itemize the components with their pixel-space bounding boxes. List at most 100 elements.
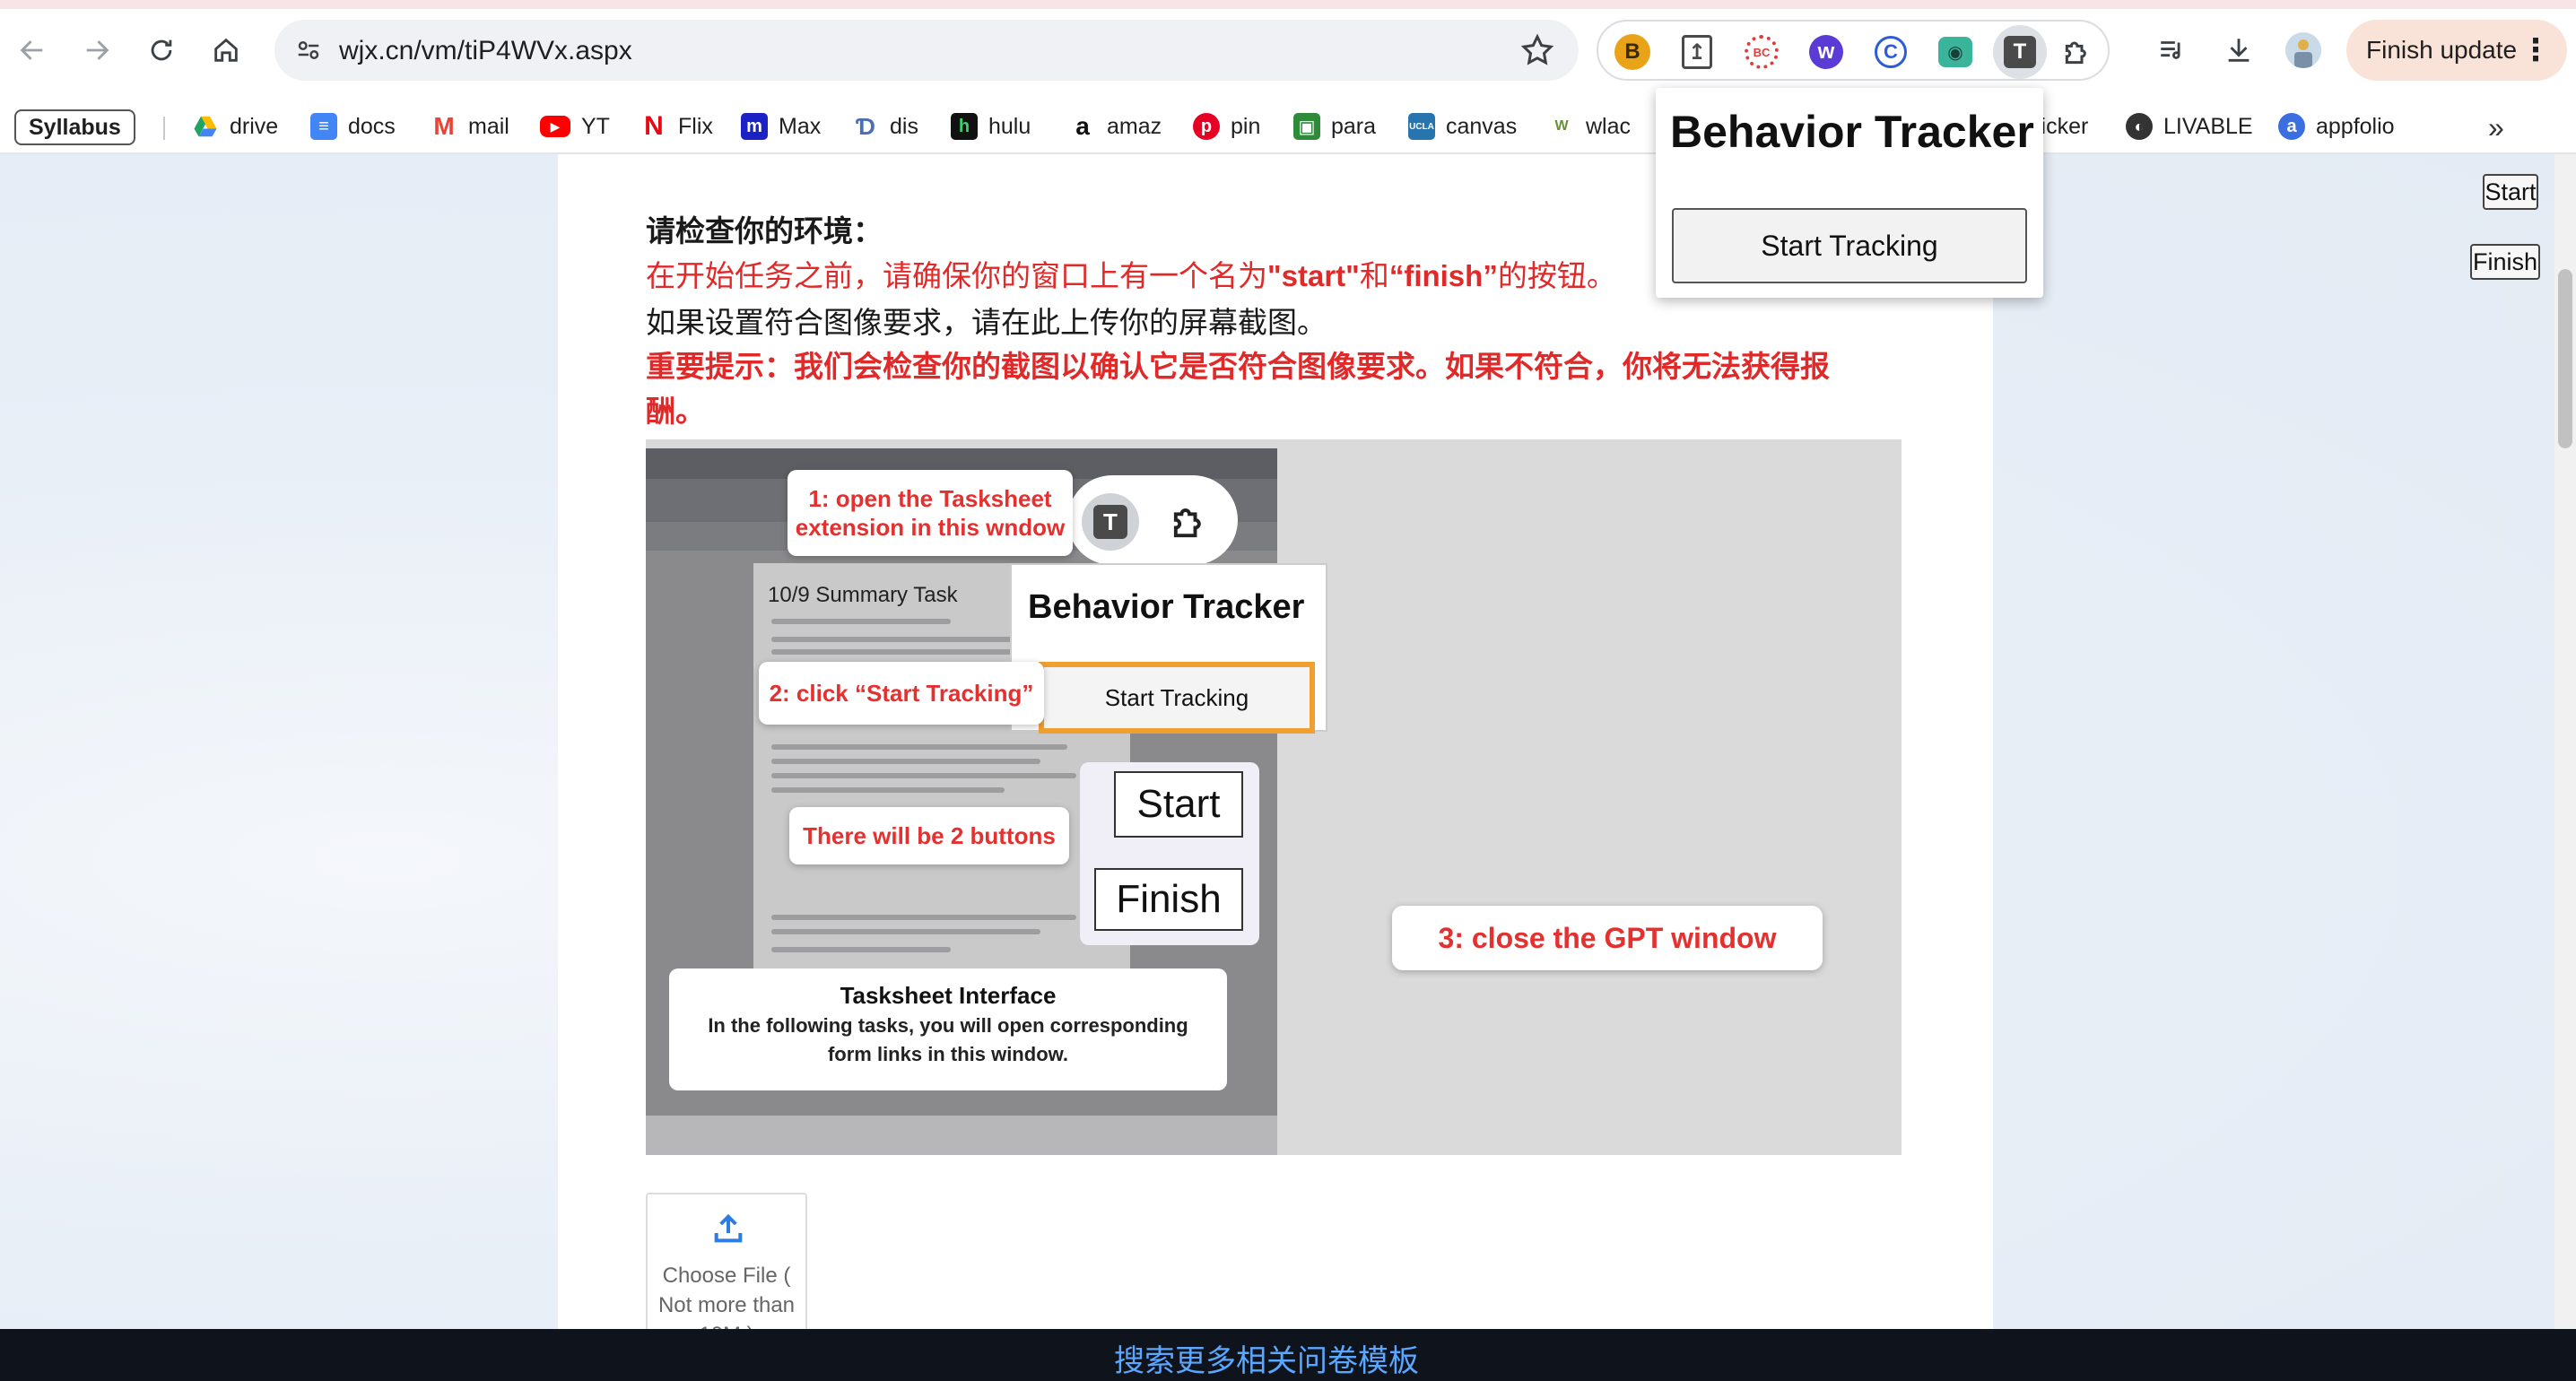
- bookmark-wlac[interactable]: Wwlac: [1548, 106, 1631, 147]
- mock-taskbar: [646, 1116, 1277, 1155]
- address-bar[interactable]: wjx.cn/vm/tiP4WVx.aspx: [274, 20, 1579, 81]
- bookmark-label: Max: [779, 113, 822, 139]
- bookmark-amaz[interactable]: a amaz: [1069, 106, 1162, 147]
- bookmark-pin[interactable]: p pin: [1193, 106, 1260, 147]
- page-viewport: 请检查你的环境： 在开始任务之前，请确保你的窗口上有一个名为"start"和“f…: [0, 154, 2576, 1329]
- profile-button[interactable]: [2275, 22, 2332, 79]
- page-footer: 搜索更多相关问卷模板: [0, 1329, 2576, 1381]
- mock-extension-pill: T: [1067, 475, 1238, 565]
- bookmark-label: appfolio: [2316, 113, 2395, 139]
- bookmark-docs[interactable]: ≡ docs: [310, 106, 396, 147]
- mock-text-line: [771, 947, 951, 952]
- bookmark-label: hulu: [988, 113, 1031, 139]
- tasksheet-title: Tasksheet Interface: [840, 982, 1057, 1009]
- bookmark-label: licker: [2036, 113, 2089, 139]
- robot-face-icon: ◉: [1938, 37, 1972, 67]
- bookmark-folder-syllabus[interactable]: Syllabus: [14, 109, 135, 145]
- important-notice: 重要提示：我们会检查你的截图以确认它是否符合图像要求。如果不符合，你将无法获得报…: [646, 350, 1830, 428]
- bookmark-label: Flix: [678, 113, 713, 139]
- bookmark-yt[interactable]: ▶ YT: [540, 106, 610, 147]
- float-finish-button[interactable]: Finish: [2470, 244, 2540, 280]
- mock-start-tracking: Start Tracking: [1039, 662, 1315, 734]
- mock-text-line: [771, 929, 1040, 934]
- bookmark-hulu[interactable]: h hulu: [951, 106, 1031, 147]
- kebab-menu-icon[interactable]: ⋮: [2520, 32, 2551, 68]
- bookmark-label: wlac: [1586, 113, 1632, 139]
- gmail-icon: M: [433, 112, 455, 140]
- max-icon: m: [741, 113, 768, 140]
- finish-update-button[interactable]: Finish update ⋮: [2346, 20, 2567, 81]
- extensions-bar: B ↥ BC w C ◉ T: [1597, 20, 2110, 81]
- reload-button[interactable]: [133, 22, 190, 79]
- bookmark-dis[interactable]: Ɗdis: [852, 106, 918, 147]
- hulu-icon: h: [951, 113, 978, 140]
- ext-w[interactable]: w: [1805, 30, 1848, 74]
- bookmarks-divider: [163, 117, 165, 140]
- gpt-window-area: [1277, 439, 1902, 1155]
- instruction-text: 在开始任务之前，请确保你的窗口上有一个名为: [646, 259, 1267, 292]
- forward-arrow-icon: [86, 40, 109, 60]
- extensions-button[interactable]: [2056, 30, 2099, 74]
- back-button[interactable]: [4, 22, 61, 79]
- mock-text-line: [771, 915, 1076, 920]
- bookmark-label: LIVABLE: [2163, 113, 2253, 139]
- url-text[interactable]: wjx.cn/vm/tiP4WVx.aspx: [339, 36, 632, 66]
- behavior-tracker-popup: Behavior Tracker Start Tracking: [1656, 88, 2043, 298]
- mock-text-line: [771, 787, 1005, 793]
- home-button[interactable]: [197, 22, 255, 79]
- downloads-button[interactable]: [2210, 22, 2267, 79]
- bookmark-para[interactable]: ▣ para: [1293, 106, 1376, 147]
- bookmark-licker[interactable]: licker: [2036, 106, 2088, 147]
- file-upload-button[interactable]: Choose File ( Not more than 10M ): [646, 1193, 807, 1329]
- ext-robot[interactable]: ◉: [1934, 30, 1977, 74]
- mock-text-line: [771, 619, 951, 624]
- amazon-icon: a: [1075, 112, 1090, 140]
- bookmark-label: canvas: [1446, 113, 1518, 139]
- bc-badge-icon: BC: [1745, 35, 1779, 69]
- t-tracker-icon: T: [2004, 36, 2036, 68]
- c-circle-icon: C: [1875, 36, 1907, 68]
- mock-start-button: Start: [1114, 771, 1243, 838]
- start-tracking-button[interactable]: Start Tracking: [1672, 208, 2027, 283]
- bookmark-max[interactable]: m Max: [741, 106, 821, 147]
- ext-upload[interactable]: ↥: [1675, 30, 1719, 74]
- footer-template-link[interactable]: 搜索更多相关问卷模板: [1114, 1336, 1419, 1380]
- bookmarks-bar: Syllabus drive ≡ docs Mmail ▶ YT N Flix m Ma…: [0, 99, 2576, 154]
- upload-icon: [714, 1213, 743, 1243]
- scrollbar-thumb[interactable]: [2558, 269, 2572, 448]
- callout-step-1: 1: open the Tasksheet extension in this …: [788, 470, 1073, 556]
- instruction-image: 10/9 Summary Task T 1: open the Taskshee…: [646, 439, 1902, 1155]
- mock-text-line: [771, 649, 1023, 655]
- netflix-icon: N: [644, 111, 664, 141]
- pinterest-icon: p: [1193, 113, 1220, 140]
- globe-icon: ◐: [2126, 113, 2153, 140]
- media-control-button[interactable]: [2144, 22, 2201, 79]
- ext-c[interactable]: C: [1869, 30, 1912, 74]
- ext-b[interactable]: B: [1611, 30, 1654, 74]
- bookmark-star-icon[interactable]: [1519, 32, 1555, 68]
- youtube-icon: ▶: [540, 116, 570, 137]
- bookmark-mail[interactable]: Mmail: [431, 106, 509, 147]
- disney-icon: Ɗ: [856, 112, 875, 140]
- bookmark-flix[interactable]: N Flix: [640, 106, 713, 147]
- bookmark-label: drive: [230, 113, 279, 139]
- instruction-text: 和: [1359, 259, 1389, 292]
- download-icon: [2228, 39, 2250, 62]
- ext-bc[interactable]: BC: [1740, 30, 1783, 74]
- float-start-button[interactable]: Start: [2483, 174, 2538, 210]
- bookmark-drive[interactable]: drive: [192, 106, 278, 147]
- bookmark-appfolio[interactable]: a appfolio: [2278, 106, 2395, 147]
- puzzle-icon: [1166, 499, 1213, 545]
- callout-tasksheet-interface: Tasksheet Interface In the following tas…: [669, 968, 1227, 1090]
- forward-button[interactable]: [68, 22, 126, 79]
- bookmarks-overflow-icon[interactable]: »: [2488, 111, 2504, 144]
- page-scrollbar[interactable]: [2554, 154, 2576, 1329]
- ext-tracker[interactable]: T: [1993, 25, 2047, 79]
- appfolio-icon: a: [2278, 113, 2305, 140]
- site-info-icon[interactable]: [291, 32, 326, 68]
- bookmark-livable[interactable]: ◐ LIVABLE: [2126, 106, 2253, 147]
- callout-step-3: 3: close the GPT window: [1392, 906, 1823, 970]
- t-tracker-icon: T: [1082, 493, 1139, 551]
- bookmark-canvas[interactable]: UCLA canvas: [1408, 106, 1517, 147]
- mock-tracker-title: Behavior Tracker: [1028, 588, 1305, 626]
